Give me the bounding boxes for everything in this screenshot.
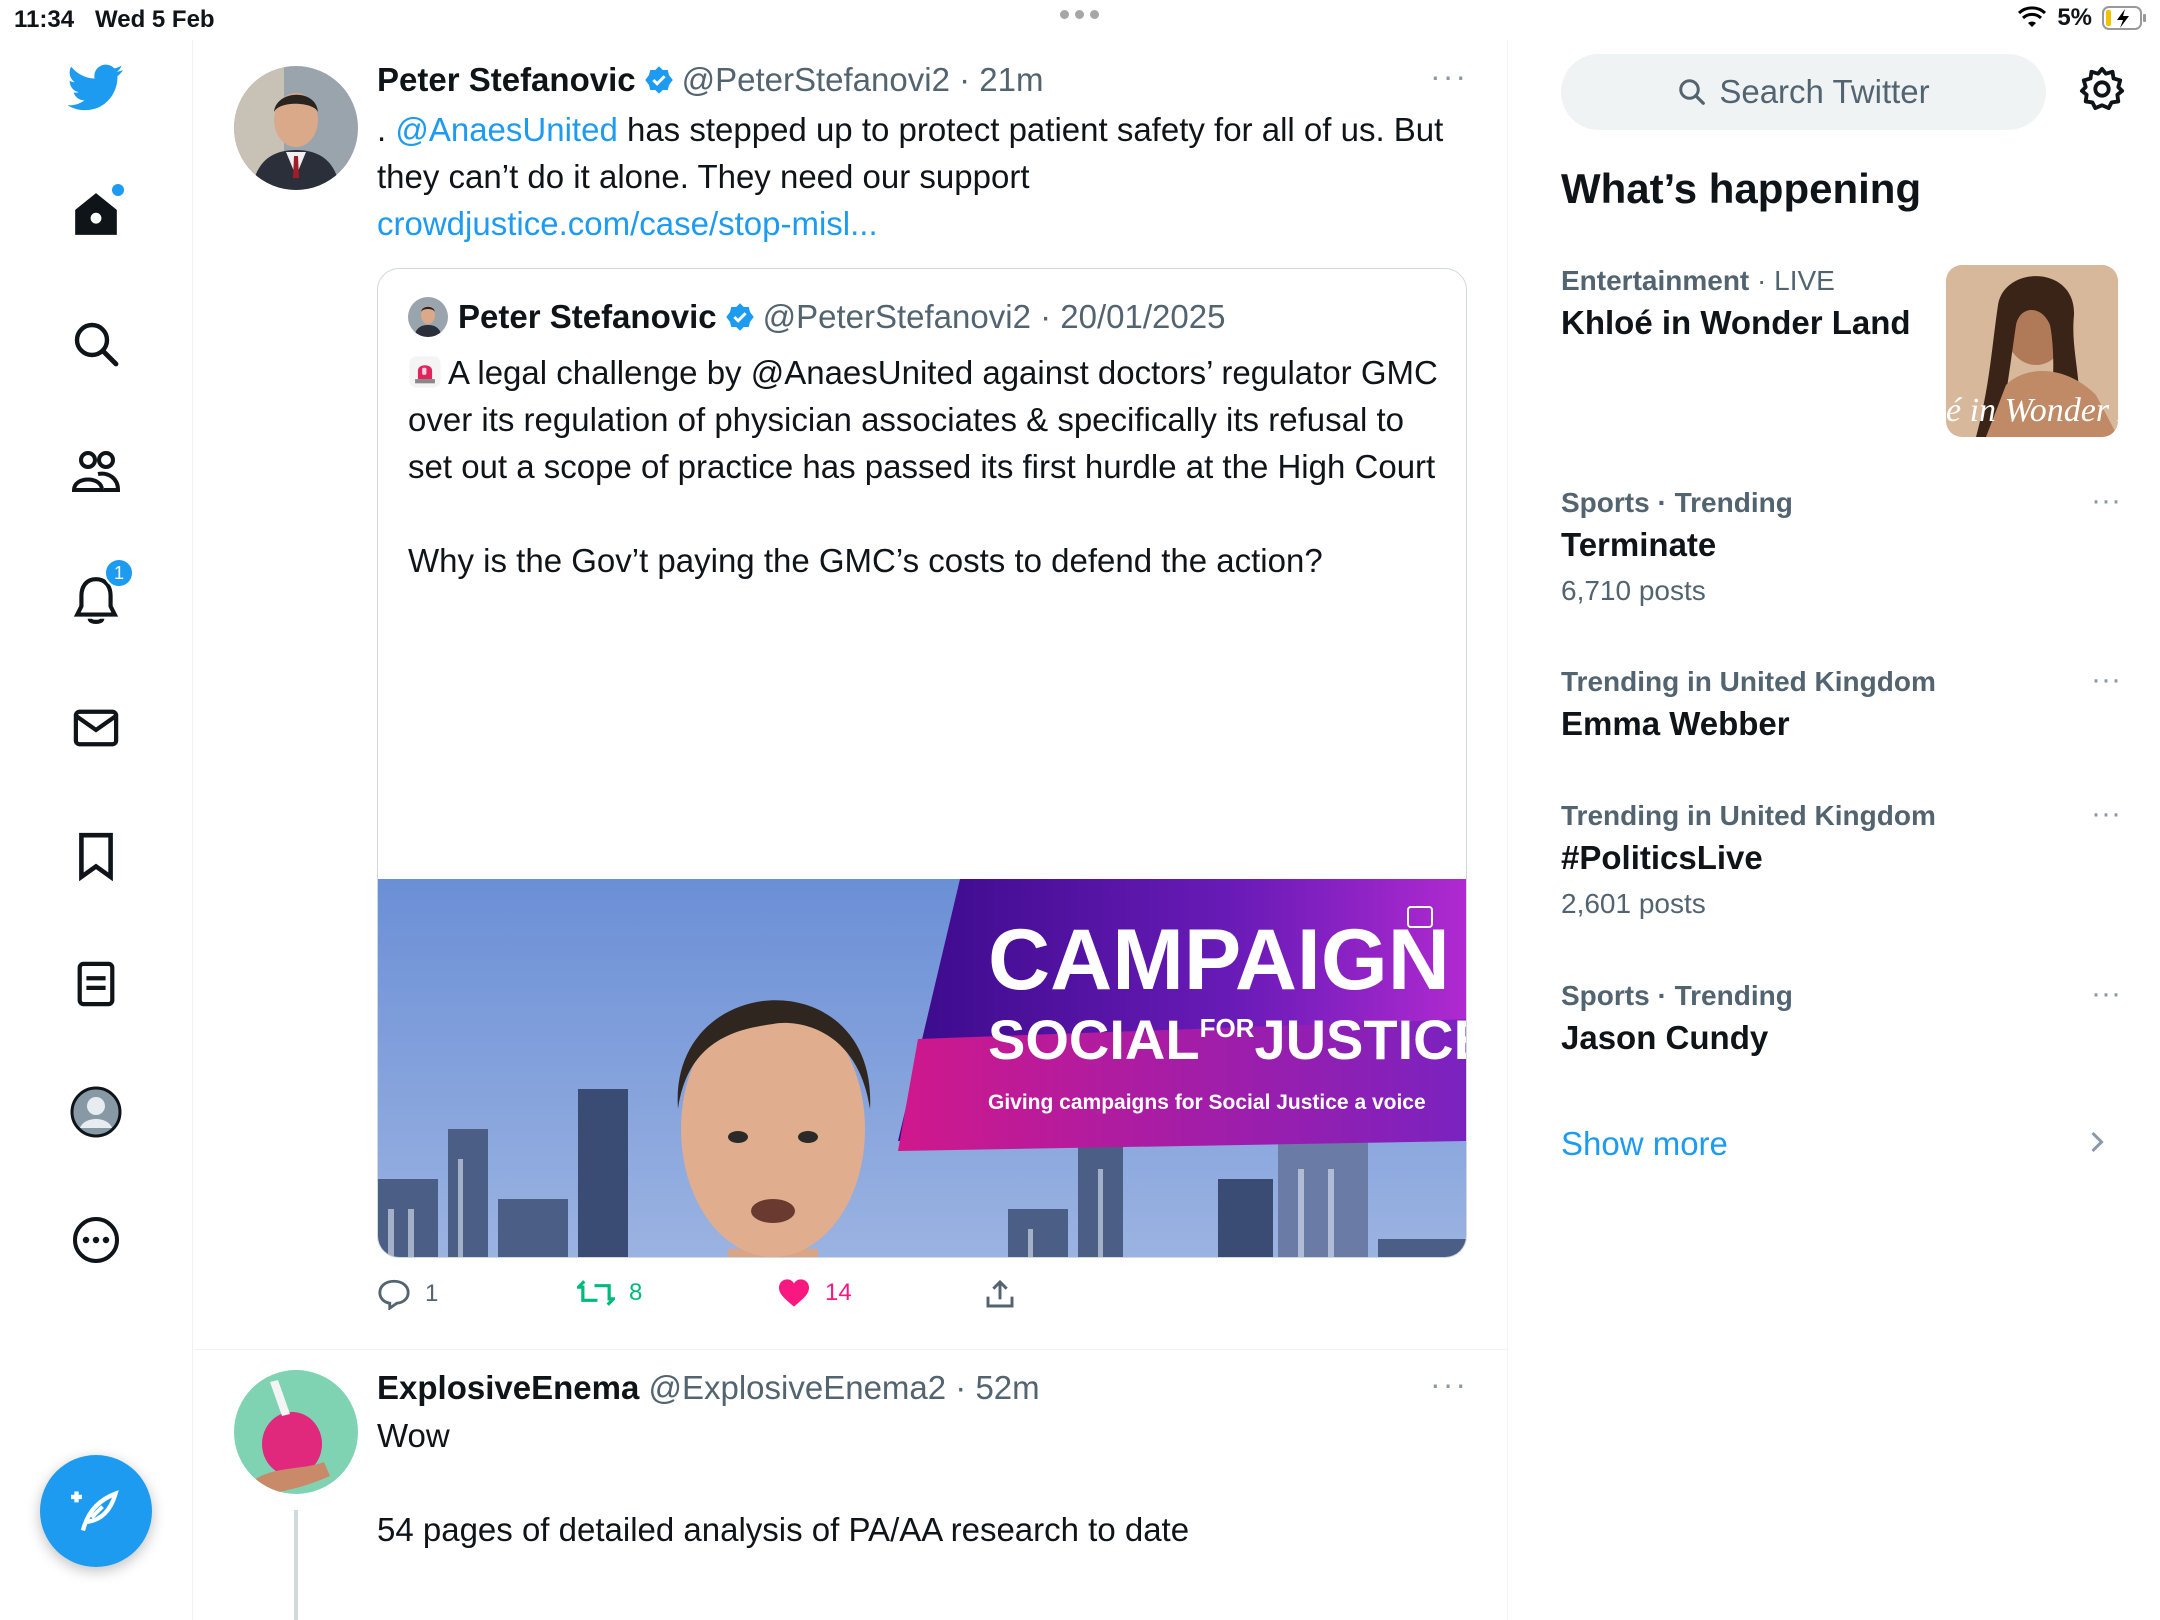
reply-count: 1	[425, 1280, 439, 1307]
banner-tagline: Giving campaigns for Social Justice a vo…	[988, 1091, 1426, 1114]
retweet-button[interactable]: 8	[577, 1278, 642, 1308]
search-icon	[1679, 79, 1706, 105]
trend-item[interactable]: Sports · Trending Terminate 6,710 posts …	[1561, 484, 2121, 614]
siren-emoji-icon	[408, 355, 442, 389]
bookmarks-icon[interactable]	[62, 822, 130, 890]
lists-icon[interactable]	[62, 950, 130, 1018]
trend-name: Terminate	[1561, 526, 1717, 563]
author-name[interactable]: Peter Stefanovic	[377, 58, 636, 102]
twitter-logo-icon[interactable]	[62, 54, 130, 122]
share-button[interactable]	[985, 1278, 1015, 1310]
tweet-time[interactable]: 52m	[975, 1366, 1039, 1410]
verified-badge-icon	[725, 303, 754, 331]
profile-avatar-icon[interactable]	[62, 1078, 130, 1146]
thread-line	[294, 1510, 298, 1620]
trend-more-icon[interactable]: ···	[2091, 977, 2121, 1011]
trend-more-icon[interactable]: ···	[2091, 663, 2121, 697]
more-options-icon[interactable]	[62, 1206, 130, 1274]
battery-charging-icon	[2102, 6, 2146, 30]
settings-gear-icon[interactable]	[2079, 66, 2125, 112]
trend-thumbnail-text: é in Wonder L	[1946, 392, 2118, 429]
retweet-count: 8	[629, 1279, 643, 1306]
author-avatar[interactable]	[234, 66, 358, 190]
trend-more-icon[interactable]: ···	[2091, 797, 2121, 831]
author-avatar[interactable]	[234, 1370, 358, 1494]
tweet-divider	[194, 1349, 1507, 1350]
trend-count: 2,601 posts	[1561, 888, 1706, 919]
tweet-text: . @AnaesUnited has stepped up to protect…	[377, 111, 1444, 242]
banner-social: SOCIAL	[988, 1008, 1200, 1071]
notifications-bell-icon[interactable]: 1	[62, 558, 134, 634]
home-unread-dot	[112, 184, 124, 196]
notifications-badge: 1	[104, 558, 134, 588]
author-handle[interactable]: @PeterStefanovi2	[682, 58, 950, 102]
trend-item[interactable]: Trending in United Kingdom #PoliticsLive…	[1561, 797, 2121, 927]
show-more-link[interactable]: Show more	[1561, 1125, 1728, 1163]
tweet-more-icon[interactable]: ···	[1430, 1366, 1468, 1403]
tweet-text: Wow 54 pages of detailed analysis of PA/…	[377, 1417, 1190, 1548]
banner-title: CAMPAIGN	[988, 912, 1450, 1008]
tweet-more-icon[interactable]: ···	[1430, 58, 1468, 95]
trend-item[interactable]: Sports · Trending Jason Cundy ···	[1561, 977, 2121, 1061]
trend-name: Khloé in Wonder Land	[1561, 304, 1911, 341]
quote-author-handle: @PeterStefanovi2	[762, 298, 1031, 335]
banner-for: FOR	[1200, 1013, 1255, 1043]
tweet-actions: 1 8 14	[377, 1278, 1177, 1328]
like-button[interactable]: 14	[777, 1278, 852, 1308]
communities-icon[interactable]	[62, 438, 130, 506]
compose-tweet-button[interactable]	[40, 1455, 152, 1567]
author-handle[interactable]: @ExplosiveEnema2	[648, 1366, 946, 1410]
banner-justice: JUSTICE	[1254, 1008, 1467, 1071]
quote-date: 20/01/2025	[1060, 298, 1226, 335]
wifi-icon	[2018, 6, 2047, 27]
external-link[interactable]: crowdjustice.com/case/stop-misl...	[377, 205, 878, 242]
side-nav: 1	[0, 40, 193, 1620]
trend-more-icon[interactable]: ···	[2091, 484, 2121, 518]
compose-feather-icon	[71, 1490, 119, 1532]
timeline[interactable]: Peter Stefanovic @PeterStefanovi2 · 21m …	[194, 40, 1508, 1620]
mention-link[interactable]: @AnaesUnited	[395, 111, 617, 148]
home-icon[interactable]	[62, 180, 130, 248]
like-count: 14	[825, 1279, 852, 1306]
quote-text: A legal challenge by @AnaesUnited agains…	[408, 354, 1438, 579]
status-right: 5%	[2017, 4, 2148, 32]
trend-item[interactable]: Trending in United Kingdom Emma Webber ·…	[1561, 663, 2121, 747]
battery-percent: 5%	[2057, 4, 2092, 31]
search-input[interactable]: Search Twitter	[1561, 54, 2046, 130]
tweet-header: ExplosiveEnema @ExplosiveEnema2 · 52m	[377, 1366, 1467, 1410]
tweet-header: Peter Stefanovic @PeterStefanovi2 · 21m	[377, 58, 1467, 102]
trend-name: #PoliticsLive	[1561, 839, 1763, 876]
explore-search-icon[interactable]	[62, 310, 130, 378]
trend-count: 6,710 posts	[1561, 575, 1706, 606]
whats-happening-title: What’s happening	[1561, 165, 1922, 212]
chevron-right-icon	[2089, 1130, 2105, 1154]
multitask-dots[interactable]	[1060, 10, 1099, 19]
status-time: 11:34	[14, 6, 75, 33]
quoted-tweet[interactable]: Peter Stefanovic @PeterStefanovi2 · 20/0…	[377, 268, 1467, 1258]
quote-header: Peter Stefanovic @PeterStefanovi2 · 20/0…	[408, 295, 1225, 339]
status-date: Wed 5 Feb	[95, 6, 215, 33]
trend-name: Jason Cundy	[1561, 1019, 1769, 1056]
share-icon	[986, 1279, 1014, 1308]
messages-envelope-icon[interactable]	[62, 694, 130, 762]
video-media[interactable]: CAMPAIGN SOCIALFORJUSTICE Giving campaig…	[378, 879, 1467, 1257]
tweet-time[interactable]: 21m	[979, 58, 1043, 102]
trend-thumbnail[interactable]: é in Wonder L	[1946, 265, 2118, 437]
quote-author-avatar	[408, 297, 448, 337]
trend-name: Emma Webber	[1561, 705, 1790, 742]
reply-button[interactable]: 1	[377, 1278, 438, 1310]
retweet-icon	[577, 1280, 615, 1306]
heart-filled-icon	[779, 1279, 809, 1307]
quote-author-name: Peter Stefanovic	[458, 298, 717, 335]
search-placeholder: Search Twitter	[1719, 73, 1930, 110]
trend-item[interactable]: Entertainment · LIVE Khloé in Wonder Lan…	[1561, 262, 1941, 346]
status-bar: 11:34 Wed 5 Feb 5%	[0, 0, 2160, 40]
verified-badge-icon	[644, 66, 673, 94]
author-name[interactable]: ExplosiveEnema	[377, 1366, 639, 1410]
reply-icon	[378, 1279, 410, 1310]
